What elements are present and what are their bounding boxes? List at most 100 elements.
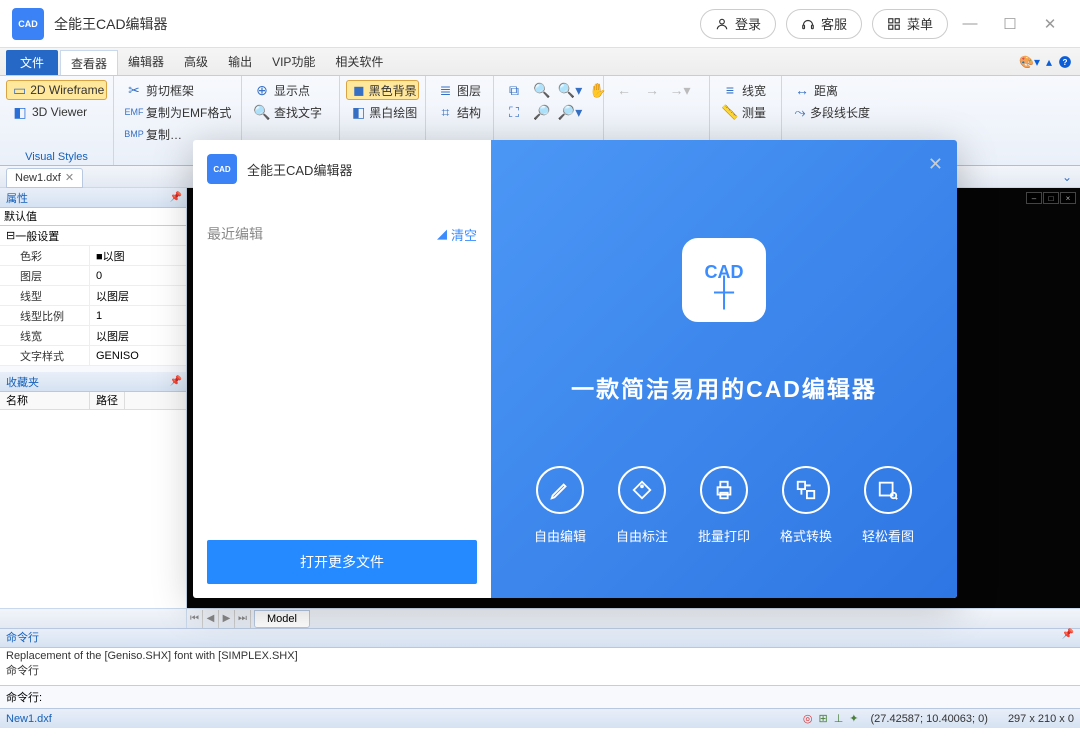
menu-button[interactable]: 菜单 <box>872 9 948 39</box>
table-row[interactable]: 线型以图层 <box>0 286 186 306</box>
doctab-new1[interactable]: New1.dxf ✕ <box>6 168 83 188</box>
model-nav-prev[interactable]: ◀ <box>203 610 219 628</box>
menu-advanced[interactable]: 高级 <box>174 48 218 75</box>
zoom-dropdown[interactable]: 🔍▾ <box>556 80 584 100</box>
model-nav-last[interactable]: ⏭ <box>235 610 251 628</box>
action-batch-print[interactable]: 批量打印 <box>698 466 750 545</box>
menubar: 文件 查看器 编辑器 高级 输出 VIP功能 相关软件 🎨▾ ▴ ? <box>0 48 1080 76</box>
model-nav-next[interactable]: ▶ <box>219 610 235 628</box>
minimize-button[interactable]: — <box>952 6 988 42</box>
black-bg-button[interactable]: ◼黑色背景 <box>346 80 419 100</box>
pin-icon[interactable]: 📌 <box>170 192 182 203</box>
menu-vip[interactable]: VIP功能 <box>262 48 325 75</box>
zoom-dropdown2[interactable]: 🔎▾ <box>556 102 584 122</box>
zoom-in-button[interactable]: 🔍 <box>528 80 556 100</box>
titlebar: CAD 全能王CAD编辑器 登录 客服 菜单 — ☐ ✕ <box>0 0 1080 48</box>
login-button[interactable]: 登录 <box>700 9 776 39</box>
properties-title: 属性📌 <box>0 188 186 208</box>
menu-output[interactable]: 输出 <box>218 48 262 75</box>
log-line: 命令行 <box>6 662 1074 678</box>
close-button[interactable]: ✕ <box>1032 6 1068 42</box>
maximize-button[interactable]: ☐ <box>992 6 1028 42</box>
linewidth-button[interactable]: ≡线宽 <box>716 80 775 100</box>
menu-related[interactable]: 相关软件 <box>325 48 393 75</box>
struct-label: 结构 <box>457 104 481 121</box>
menu-editor[interactable]: 编辑器 <box>118 48 174 75</box>
polyline-len-button[interactable]: ⤳多段线长度 <box>788 102 876 122</box>
zoom-out-button[interactable]: 🔎 <box>528 102 556 122</box>
2d-wireframe-button[interactable]: ▭ 2D Wireframe <box>6 80 107 100</box>
pin-icon[interactable]: 📌 <box>170 376 182 387</box>
eraser-icon: ◢ <box>437 226 447 242</box>
model-tabs-bar: ⏮ ◀ ▶ ⏭ Model <box>0 608 1080 628</box>
help-icon[interactable]: ? <box>1058 55 1072 69</box>
layer-button[interactable]: ≣图层 <box>432 80 487 100</box>
pin-icon[interactable]: 📌 <box>1062 629 1074 640</box>
table-row[interactable]: 文字样式GENISO <box>0 346 186 366</box>
table-row[interactable]: 色彩■以图 <box>0 246 186 266</box>
menu-right-tools: 🎨▾ ▴ ? <box>1019 48 1072 75</box>
menu-file[interactable]: 文件 <box>6 50 58 75</box>
printer-icon <box>713 479 735 501</box>
collapse-icon[interactable]: ▴ <box>1046 55 1052 69</box>
doctabs-dropdown[interactable]: ⌄ <box>1062 170 1072 184</box>
action-format-convert[interactable]: 格式转换 <box>780 466 832 545</box>
close-icon[interactable]: ✕ <box>65 171 74 184</box>
cube-icon: ◧ <box>12 104 28 120</box>
grid-icon[interactable]: ⊞ <box>818 712 827 725</box>
nav-back-button[interactable]: ← <box>610 80 638 100</box>
support-button[interactable]: 客服 <box>786 9 862 39</box>
action-free-annotate[interactable]: 自由标注 <box>616 466 668 545</box>
model-tab[interactable]: Model <box>254 610 310 628</box>
open-more-files-button[interactable]: 打开更多文件 <box>207 540 477 584</box>
canvas-min-icon[interactable]: – <box>1026 192 1042 204</box>
viewer3d-label: 3D Viewer <box>32 105 87 119</box>
3d-viewer-button[interactable]: ◧ 3D Viewer <box>6 102 107 122</box>
tag-icon <box>631 479 653 501</box>
action-easy-view[interactable]: 轻松看图 <box>862 466 914 545</box>
table-row[interactable]: 线型比例1 <box>0 306 186 326</box>
ortho-icon[interactable]: ⊥ <box>834 712 844 725</box>
nav-fwd-button[interactable]: → <box>638 80 666 100</box>
zoom-window-button[interactable]: ⧉ <box>500 80 528 100</box>
nav-dd-button[interactable]: →▾ <box>666 80 694 100</box>
scissors-icon: ✂ <box>126 82 142 98</box>
struct-button[interactable]: ⌗结构 <box>432 102 487 122</box>
command-input[interactable] <box>48 690 1074 705</box>
command-title: 命令行📌 <box>0 628 1080 648</box>
prop-section[interactable]: ⊟ 一般设置 <box>0 226 59 245</box>
default-value-row[interactable]: 默认值 <box>0 208 186 226</box>
table-row[interactable]: 图层0 <box>0 266 186 286</box>
clear-button[interactable]: ◢ 清空 <box>437 225 477 244</box>
table-row[interactable]: 线宽以图层 <box>0 326 186 346</box>
zoom-extents-icon: ⛶ <box>506 104 522 120</box>
distance-label: 距离 <box>814 82 838 99</box>
find-text-button[interactable]: 🔍查找文字 <box>248 102 333 122</box>
bw-plot-button[interactable]: ◧黑白绘图 <box>346 102 419 122</box>
emf-label: 复制为EMF格式 <box>146 104 231 121</box>
zoom-window-icon: ⧉ <box>506 82 522 98</box>
zoom-dd2-icon: 🔎▾ <box>562 104 578 120</box>
modal-close-button[interactable]: ✕ <box>928 154 943 175</box>
headset-icon <box>801 17 815 31</box>
command-input-row: 命令行: <box>0 686 1080 708</box>
canvas-max-icon[interactable]: □ <box>1043 192 1059 204</box>
copy-emf-button[interactable]: EMF复制为EMF格式 <box>120 102 235 122</box>
blackbg-label: 黑色背景 <box>369 82 417 99</box>
fav-col-name[interactable]: 名称 <box>0 392 90 409</box>
linewidth-label: 线宽 <box>742 82 766 99</box>
show-point-button[interactable]: ⊕显示点 <box>248 80 333 100</box>
polar-icon[interactable]: ✦ <box>849 712 858 725</box>
theme-icon[interactable]: 🎨▾ <box>1019 55 1040 69</box>
canvas-close-icon[interactable]: × <box>1060 192 1076 204</box>
measure-button[interactable]: 📏测量 <box>716 102 775 122</box>
model-nav-first[interactable]: ⏮ <box>187 610 203 628</box>
clip-frame-button[interactable]: ✂剪切框架 <box>120 80 235 100</box>
fav-col-path[interactable]: 路径 <box>90 392 125 409</box>
menu-viewer[interactable]: 查看器 <box>60 50 118 75</box>
zoom-extents-button[interactable]: ⛶ <box>500 102 528 122</box>
distance-button[interactable]: ↔距离 <box>788 80 876 100</box>
action-free-edit[interactable]: 自由编辑 <box>534 466 586 545</box>
snap-icon[interactable]: ◎ <box>803 712 813 725</box>
grid-icon <box>887 17 901 31</box>
